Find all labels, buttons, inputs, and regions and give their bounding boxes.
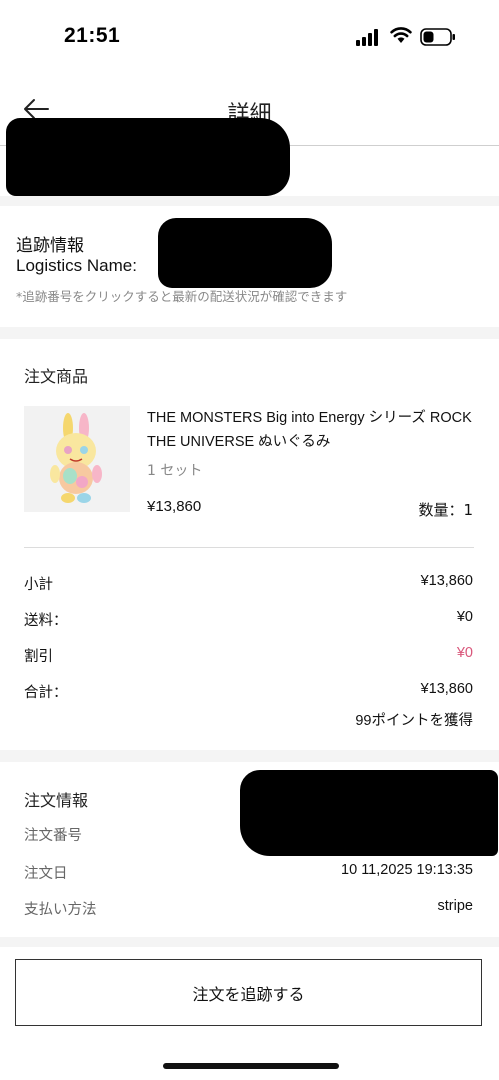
redacted-block	[158, 218, 332, 288]
product-set: 1 セット	[147, 463, 203, 479]
wifi-icon	[390, 27, 412, 43]
status-time: 21:51	[64, 24, 121, 47]
order-info-title: 注文情報	[24, 791, 89, 810]
product-image[interactable]	[24, 406, 130, 512]
redacted-block	[240, 770, 498, 856]
redacted-block	[6, 118, 290, 196]
section-gap	[0, 750, 499, 762]
section-gap	[0, 327, 499, 339]
tracking-title: 追跡情報	[16, 236, 84, 256]
section-gap	[0, 937, 499, 947]
plush-toy-image	[50, 413, 102, 503]
logistics-name-label: Logistics Name:	[16, 256, 137, 275]
product-name[interactable]: THE MONSTERS Big into Energy シリーズ ROCK T…	[147, 406, 477, 454]
home-indicator[interactable]	[163, 1063, 339, 1069]
order-number-label: 注文番号	[24, 828, 82, 844]
cellular-signal-icon	[356, 28, 382, 46]
discount-label: 割引	[24, 649, 53, 665]
discount-value: ¥0	[456, 645, 473, 661]
order-date-label: 注文日	[24, 866, 68, 882]
total-label: 合計：	[24, 685, 68, 701]
status-bar: 21:51	[0, 0, 499, 72]
subtotal-label: 小計	[24, 577, 53, 593]
divider	[24, 547, 474, 548]
shipping-label: 送料：	[24, 613, 68, 629]
battery-icon	[420, 28, 455, 46]
order-date-value: 10 11,2025 19:13:35	[341, 862, 473, 878]
shipping-value: ¥0	[456, 609, 473, 625]
section-gap	[0, 196, 499, 206]
products-title: 注文商品	[24, 367, 89, 386]
payment-method-label: 支払い方法	[24, 902, 97, 918]
points-earned: 99ポイントを獲得	[355, 713, 473, 729]
subtotal-value: ¥13,860	[420, 573, 473, 589]
product-quantity: 数量：1	[418, 501, 473, 519]
track-order-button[interactable]: 注文を追跡する	[15, 959, 482, 1026]
total-value: ¥13,860	[420, 681, 473, 697]
payment-method-value: stripe	[437, 898, 473, 914]
tracking-note: *追跡番号をクリックすると最新の配送状況が確認できます	[16, 289, 348, 304]
product-price: ¥13,860	[147, 498, 202, 515]
